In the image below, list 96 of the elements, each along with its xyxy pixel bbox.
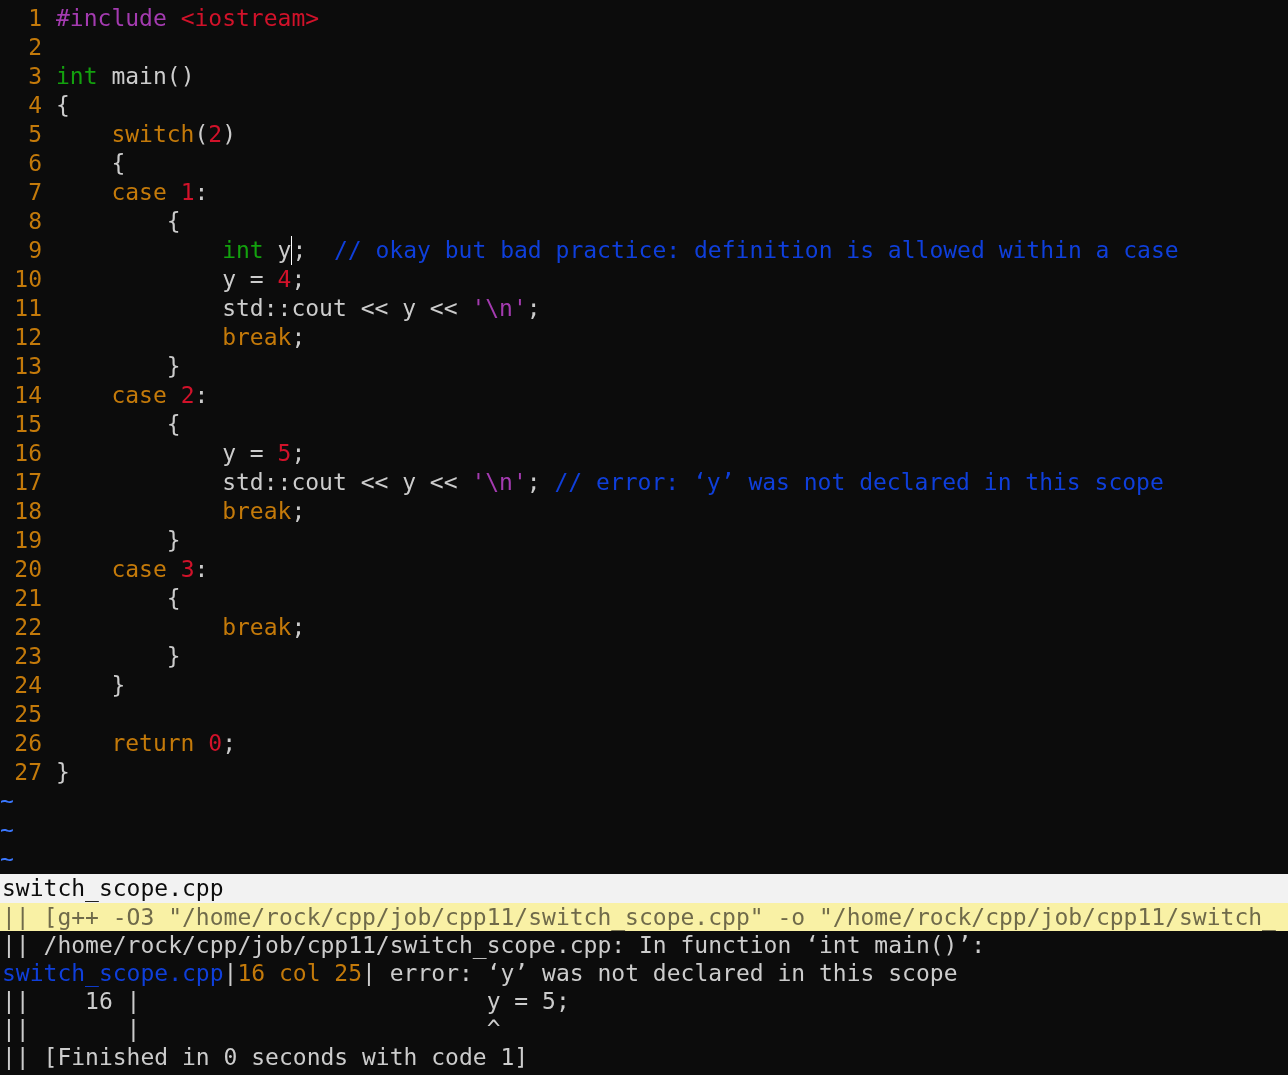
line-number: 8 <box>27 207 43 236</box>
code-text: ; <box>291 439 306 468</box>
type-keyword: int <box>221 236 264 265</box>
line-number: 22 <box>13 613 43 642</box>
code-text: ( <box>194 120 209 149</box>
char-literal: '\n' <box>471 468 527 497</box>
line-number: 11 <box>13 294 43 323</box>
number-literal: 1 <box>179 178 195 207</box>
file-link: switch_scope.cpp <box>2 960 224 986</box>
line-number: 6 <box>27 149 43 178</box>
number-literal: 3 <box>179 555 195 584</box>
keyword: switch <box>110 120 195 149</box>
quickfix-row[interactable]: || /home/rock/cpp/job/cpp11/switch_scope.cpp: In function ‘int main()’: <box>0 931 1288 959</box>
keyword: break <box>221 323 292 352</box>
code-text: ; <box>291 613 306 642</box>
code-text: : <box>194 555 209 584</box>
line-position: 16 col 25 <box>237 960 363 986</box>
keyword: break <box>221 497 292 526</box>
line-number: 12 <box>13 323 43 352</box>
line-number: 5 <box>27 120 43 149</box>
line-number: 19 <box>13 526 43 555</box>
line-number: 16 <box>13 439 43 468</box>
code-text: ; <box>526 468 541 497</box>
quickfix-row[interactable]: || [Finished in 0 seconds with code 1] <box>0 1043 1288 1071</box>
code-text: y = <box>221 265 265 294</box>
line-number: 2 <box>27 33 43 62</box>
line-number: 9 <box>27 236 43 265</box>
code-comment: // error: ‘y’ was not declared in this scope <box>553 468 1164 497</box>
line-number: 23 <box>13 642 43 671</box>
code-text: ; <box>291 265 306 294</box>
code-text: | <box>223 960 238 986</box>
line-number: 14 <box>13 381 43 410</box>
code-text: } <box>56 758 70 787</box>
code-text: | error: ‘y’ was not declared in this scope <box>362 960 958 986</box>
code-text: y = <box>221 439 265 468</box>
code-text: ; <box>222 729 237 758</box>
empty-line-marker: ~ <box>0 787 14 816</box>
quickfix-row[interactable]: || | ^ <box>0 1015 1288 1043</box>
empty-line-marker: ~ <box>0 816 14 845</box>
code-text: std::cout << y << <box>221 468 459 497</box>
keyword: case <box>110 178 167 207</box>
quickfix-row[interactable]: || 16 | y = 5; <box>0 987 1288 1015</box>
code-text: std::cout << y << <box>221 294 459 323</box>
type-keyword: int <box>56 62 98 91</box>
code-text: } <box>110 671 126 700</box>
line-number: 25 <box>13 700 43 729</box>
code-text: || [Finished in 0 seconds with code 1] <box>2 1044 529 1070</box>
code-text: ) <box>222 120 237 149</box>
char-literal: '\n' <box>471 294 527 323</box>
line-number: 21 <box>13 584 43 613</box>
code-text: : <box>194 178 209 207</box>
code-text: { <box>56 91 70 120</box>
number-literal: 4 <box>277 265 292 294</box>
code-text: main() <box>110 62 195 91</box>
line-number: 27 <box>13 758 43 787</box>
line-number: 13 <box>13 352 43 381</box>
line-number: 20 <box>13 555 43 584</box>
line-number: 10 <box>13 265 43 294</box>
code-text: || /home/rock/cpp/job/cpp11/switch_scope.cpp: In function ‘int main()’: <box>2 932 986 958</box>
line-number: 24 <box>13 671 43 700</box>
empty-line-marker: ~ <box>0 845 14 874</box>
code-text: || 16 | y = 5; <box>2 988 570 1014</box>
keyword: case <box>110 555 167 584</box>
code-text: } <box>165 642 181 671</box>
code-text: { <box>165 410 181 439</box>
code-text: ; <box>291 323 306 352</box>
keyword: case <box>110 381 167 410</box>
number-literal: 2 <box>179 381 195 410</box>
line-number: 1 <box>27 4 43 33</box>
code-text: { <box>165 584 181 613</box>
line-number: 15 <box>13 410 43 439</box>
code-text: { <box>165 207 181 236</box>
code-text: { <box>110 149 126 178</box>
code-text: || | ^ <box>2 1016 501 1042</box>
code-text: } <box>165 352 181 381</box>
line-number: 26 <box>13 729 43 758</box>
number-literal: 5 <box>277 439 292 468</box>
include-path: <iostream> <box>179 4 320 33</box>
code-text: ; <box>526 294 541 323</box>
keyword: break <box>221 613 292 642</box>
preprocessor-directive: #include <box>56 4 167 33</box>
number-literal: 0 <box>207 729 223 758</box>
line-number: 17 <box>13 468 43 497</box>
line-number: 4 <box>27 91 43 120</box>
line-number: 3 <box>27 62 43 91</box>
code-text: ; <box>292 236 307 265</box>
line-number: 7 <box>27 178 43 207</box>
code-text: ; <box>291 497 306 526</box>
keyword: return <box>110 729 195 758</box>
quickfix-row[interactable]: switch_scope.cpp|16 col 25| error: ‘y’ was not declared in this scope <box>0 959 1288 987</box>
line-number: 18 <box>13 497 43 526</box>
code-text: : <box>194 381 209 410</box>
code-text: y <box>263 236 293 265</box>
code-text: } <box>165 526 181 555</box>
code-comment: // okay but bad practice: definition is allowed within a case <box>332 236 1179 265</box>
number-literal: 2 <box>208 120 223 149</box>
